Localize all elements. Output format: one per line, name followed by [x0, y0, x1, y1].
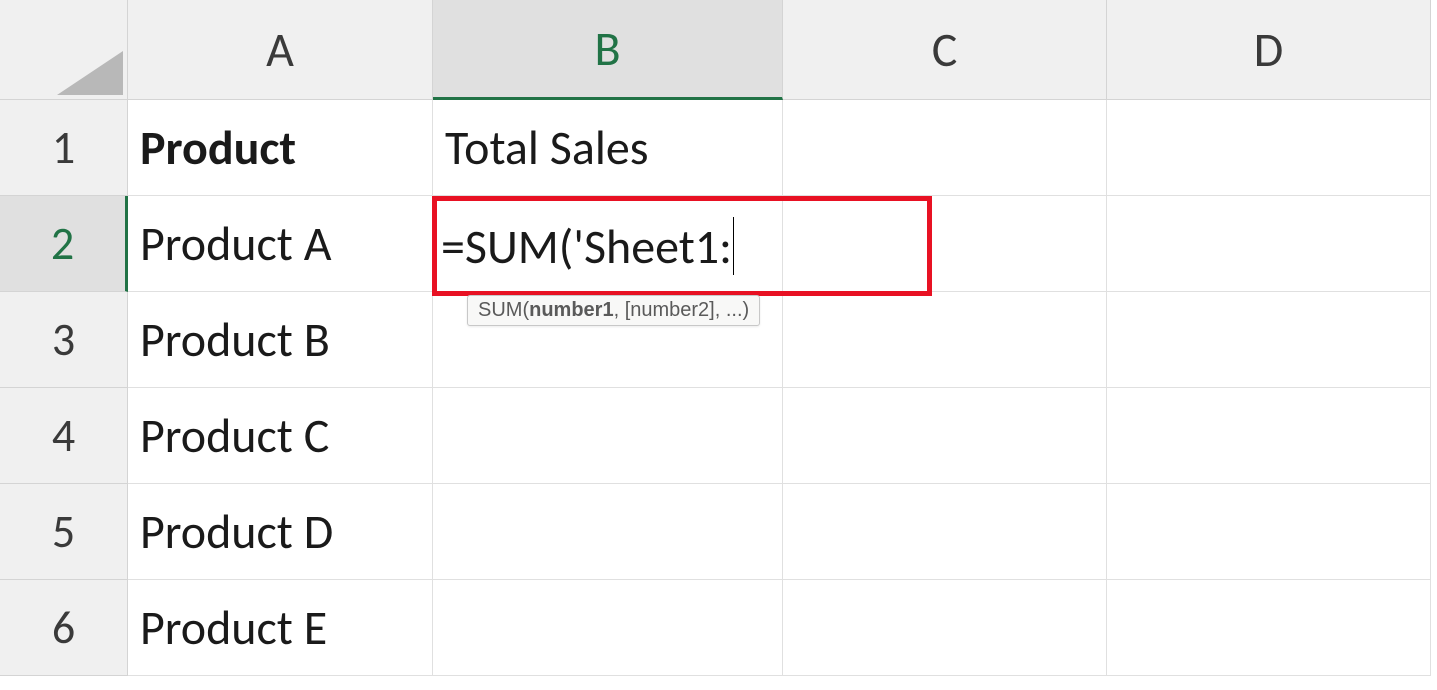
cell-B4[interactable] [433, 388, 783, 484]
tooltip-arg-current: number1 [529, 299, 613, 321]
cell-C6[interactable] [783, 580, 1107, 676]
select-all-corner[interactable] [0, 0, 128, 100]
cell-D4[interactable] [1107, 388, 1431, 484]
formula-editor[interactable]: =SUM('Sheet1: [441, 201, 734, 291]
cell-B5[interactable] [433, 484, 783, 580]
formula-text: =SUM('Sheet1: [441, 217, 732, 276]
column-header-B[interactable]: B [433, 0, 783, 100]
row-header-6[interactable]: 6 [0, 580, 128, 676]
cell-D5[interactable] [1107, 484, 1431, 580]
cell-D6[interactable] [1107, 580, 1431, 676]
text-cursor [733, 217, 734, 275]
row-header-2[interactable]: 2 [0, 196, 128, 292]
formula-tooltip[interactable]: SUM(number1, [number2], ...) [467, 295, 760, 326]
cell-C5[interactable] [783, 484, 1107, 580]
cell-D3[interactable] [1107, 292, 1431, 388]
cell-C1[interactable] [783, 100, 1107, 196]
cell-D1[interactable] [1107, 100, 1431, 196]
spreadsheet-grid: A B C D 1 Product Total Sales 2 Product … [0, 0, 1431, 676]
tooltip-func: SUM( [478, 299, 529, 321]
row-header-5[interactable]: 5 [0, 484, 128, 580]
column-header-C[interactable]: C [783, 0, 1107, 100]
cell-B1[interactable]: Total Sales [433, 100, 783, 196]
row-header-1[interactable]: 1 [0, 100, 128, 196]
row-header-4[interactable]: 4 [0, 388, 128, 484]
cell-A5[interactable]: Product D [128, 484, 433, 580]
cell-B6[interactable] [433, 580, 783, 676]
cell-A4[interactable]: Product C [128, 388, 433, 484]
row-header-3[interactable]: 3 [0, 292, 128, 388]
column-header-A[interactable]: A [128, 0, 433, 100]
cell-C4[interactable] [783, 388, 1107, 484]
cell-D2[interactable] [1107, 196, 1431, 292]
column-header-D[interactable]: D [1107, 0, 1431, 100]
cell-A3[interactable]: Product B [128, 292, 433, 388]
tooltip-rest: , [number2], ...) [614, 299, 750, 321]
cell-C2[interactable] [783, 196, 1107, 292]
cell-A2[interactable]: Product A [128, 196, 433, 292]
cell-C3[interactable] [783, 292, 1107, 388]
cell-A1[interactable]: Product [128, 100, 433, 196]
cell-A6[interactable]: Product E [128, 580, 433, 676]
